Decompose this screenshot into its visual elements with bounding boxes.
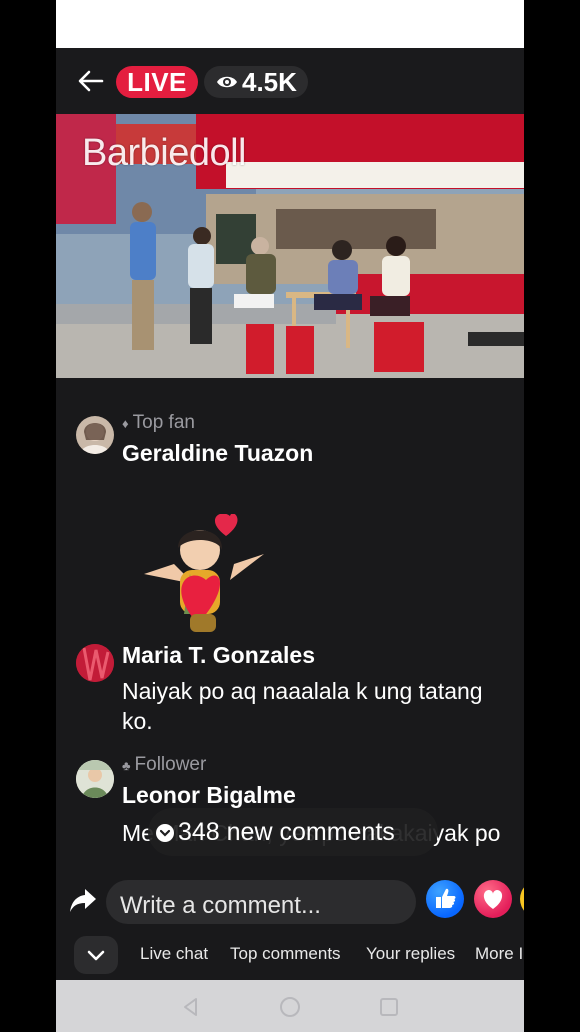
video-caption: Barbiedoll <box>82 132 247 174</box>
top-fan-badge: ♦ Top fan <box>122 412 195 434</box>
comment-author[interactable]: Maria T. Gonzales <box>122 642 315 669</box>
love-reaction-button[interactable] <box>474 880 512 918</box>
system-navigation-bar <box>56 980 524 1032</box>
viewer-count: 4.5K <box>242 67 297 97</box>
avatar[interactable] <box>76 760 114 798</box>
new-comments-label: 348 new comments <box>178 818 395 846</box>
tab-top-comments[interactable]: Top comments <box>230 944 341 964</box>
live-video[interactable]: Barbiedoll <box>56 114 524 378</box>
tab-live-chat[interactable]: Live chat <box>140 944 208 964</box>
like-reaction-button[interactable] <box>426 880 464 918</box>
collapse-button[interactable] <box>74 936 118 974</box>
comment-input-placeholder: Write a comment... <box>120 892 321 919</box>
tab-more[interactable]: More I <box>475 944 523 964</box>
badge-label: Follower <box>134 754 207 775</box>
comment-text: Naiyak po aq naaalala k ung tatang ko. <box>122 678 483 734</box>
badge-label: Top fan <box>132 412 195 433</box>
comments-list[interactable]: ♦ Top fan Geraldine Tuazon Maria T. Gonza… <box>56 378 524 874</box>
comment-input[interactable]: Write a comment... <box>106 880 455 924</box>
recents-square-icon[interactable] <box>378 996 400 1018</box>
heart-icon <box>483 890 503 909</box>
leaf-icon: ♣ <box>122 758 131 773</box>
tab-your-replies[interactable]: Your replies <box>366 944 455 964</box>
comment-tabs: Live chat Top comments Your replies More… <box>56 930 524 980</box>
comment-author[interactable]: Geraldine Tuazon <box>122 440 313 467</box>
live-header: LIVE 4.5K <box>56 48 524 114</box>
back-triangle-icon[interactable] <box>180 996 202 1018</box>
chevron-down-icon <box>156 824 174 842</box>
eye-icon <box>217 76 237 88</box>
avatar[interactable] <box>76 644 114 682</box>
comment-composer: Write a comment... <box>56 874 524 930</box>
status-bar <box>56 0 524 48</box>
diamond-icon: ♦ <box>122 416 129 431</box>
follower-badge: ♣ Follower <box>122 754 206 776</box>
share-icon[interactable] <box>68 886 98 914</box>
haha-reaction-button[interactable] <box>520 880 524 918</box>
live-badge: LIVE <box>116 66 198 98</box>
avatar[interactable] <box>76 416 114 454</box>
phone-screen: LIVE 4.5K Barbiedoll ♦ Top fan Geraldine… <box>56 0 524 1032</box>
viewer-count-pill: 4.5K <box>204 66 308 98</box>
avatar-sticker <box>144 514 264 632</box>
comment-author[interactable]: Leonor Bigalme <box>122 782 296 809</box>
back-arrow-icon[interactable] <box>76 66 106 96</box>
thumbs-up-icon <box>436 888 456 908</box>
new-comments-pill[interactable]: 348 new comments <box>148 808 438 856</box>
chevron-down-icon <box>87 950 105 961</box>
home-circle-icon[interactable] <box>278 995 302 1019</box>
